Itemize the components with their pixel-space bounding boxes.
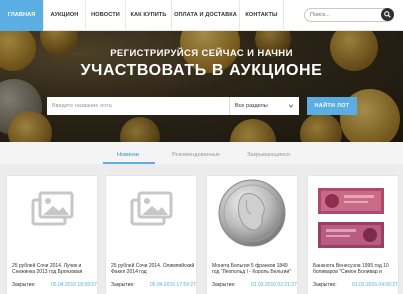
lot-card[interactable]: 25 рублей Сочи 2014. Олимпийский Факел 2… <box>106 176 196 294</box>
lot-card[interactable]: Монета Бельгия 5 франков 1849 год "Леопо… <box>207 176 297 294</box>
lot-close-label: Закрытие: <box>12 282 36 288</box>
tab-new[interactable]: Новинки <box>117 152 139 158</box>
banknotes-image <box>308 176 398 254</box>
search-input[interactable] <box>305 9 379 21</box>
hero-subtitle: РЕГИСТРИРУЙСЯ СЕЙЧАС И НАЧНИ <box>110 48 293 59</box>
find-lot-button[interactable]: НАЙТИ ЛОТ <box>307 97 357 115</box>
lot-close-date: 01.03.2016 02:21:27 <box>251 282 297 288</box>
lot-close-date: 01.03.2016 04:06:27 <box>352 282 398 288</box>
placeholder-image-icon <box>106 176 196 254</box>
nav-item-contacts[interactable]: КОНТАКТЫ <box>240 0 284 31</box>
lot-close-label: Закрытие: <box>313 282 337 288</box>
nav-item-auction[interactable]: АУКЦИОН <box>44 0 86 31</box>
section-select-value: Все разделы <box>235 103 268 109</box>
lot-title: 25 рублей Сочи 2014. Олимпийский Факел 2… <box>111 263 195 275</box>
tabs-bar: Новинки Рекомендованные Закрывающиеся <box>0 142 403 164</box>
search-button[interactable] <box>381 8 394 21</box>
lot-card[interactable]: Банкнота Венесуэла 1995 год 10 боливаров… <box>308 176 398 294</box>
hero-banner: РЕГИСТРИРУЙСЯ СЕЙЧАС И НАЧНИ УЧАСТВОВАТЬ… <box>0 31 403 142</box>
lot-close-date: 05.04.2016 18:59:27 <box>51 282 97 288</box>
silver-coin-image <box>207 176 297 254</box>
lot-title: Банкнота Венесуэла 1995 год 10 боливаров… <box>313 263 389 275</box>
lot-search-input[interactable]: Введите название лота <box>47 97 229 115</box>
nav-item-home[interactable]: ГЛАВНАЯ <box>0 0 44 31</box>
lot-close-date: 05.04.2016 17:59:27 <box>150 282 196 288</box>
tab-closing[interactable]: Закрывающиеся <box>247 152 290 158</box>
search-icon <box>384 11 391 18</box>
lot-card[interactable]: 25 рублей Сочи 2014. Лучик и Снежинка 20… <box>7 176 97 294</box>
tab-recommended[interactable]: Рекомендованные <box>172 152 220 158</box>
hero-title: УЧАСТВОВАТЬ В АУКЦИОНЕ <box>80 62 323 79</box>
active-tab-underline <box>103 162 155 164</box>
placeholder-image-icon <box>7 176 97 254</box>
nav-item-news[interactable]: НОВОСТИ <box>86 0 126 31</box>
lot-title: Монета Бельгия 5 франков 1849 год "Леопо… <box>212 263 292 275</box>
lot-title: 25 рублей Сочи 2014. Лучик и Снежинка 20… <box>12 263 83 275</box>
lot-close-label: Закрытие: <box>212 282 236 288</box>
section-select[interactable]: Все разделы <box>229 97 299 115</box>
top-navigation: ГЛАВНАЯ АУКЦИОН НОВОСТИ КАК КУПИТЬ ОПЛАТ… <box>0 0 403 31</box>
nav-item-payment-delivery[interactable]: ОПЛАТА И ДОСТАВКА <box>172 0 240 31</box>
lot-close-label: Закрытие: <box>111 282 135 288</box>
nav-item-how-to-buy[interactable]: КАК КУПИТЬ <box>126 0 172 31</box>
chevron-down-icon <box>288 104 294 108</box>
